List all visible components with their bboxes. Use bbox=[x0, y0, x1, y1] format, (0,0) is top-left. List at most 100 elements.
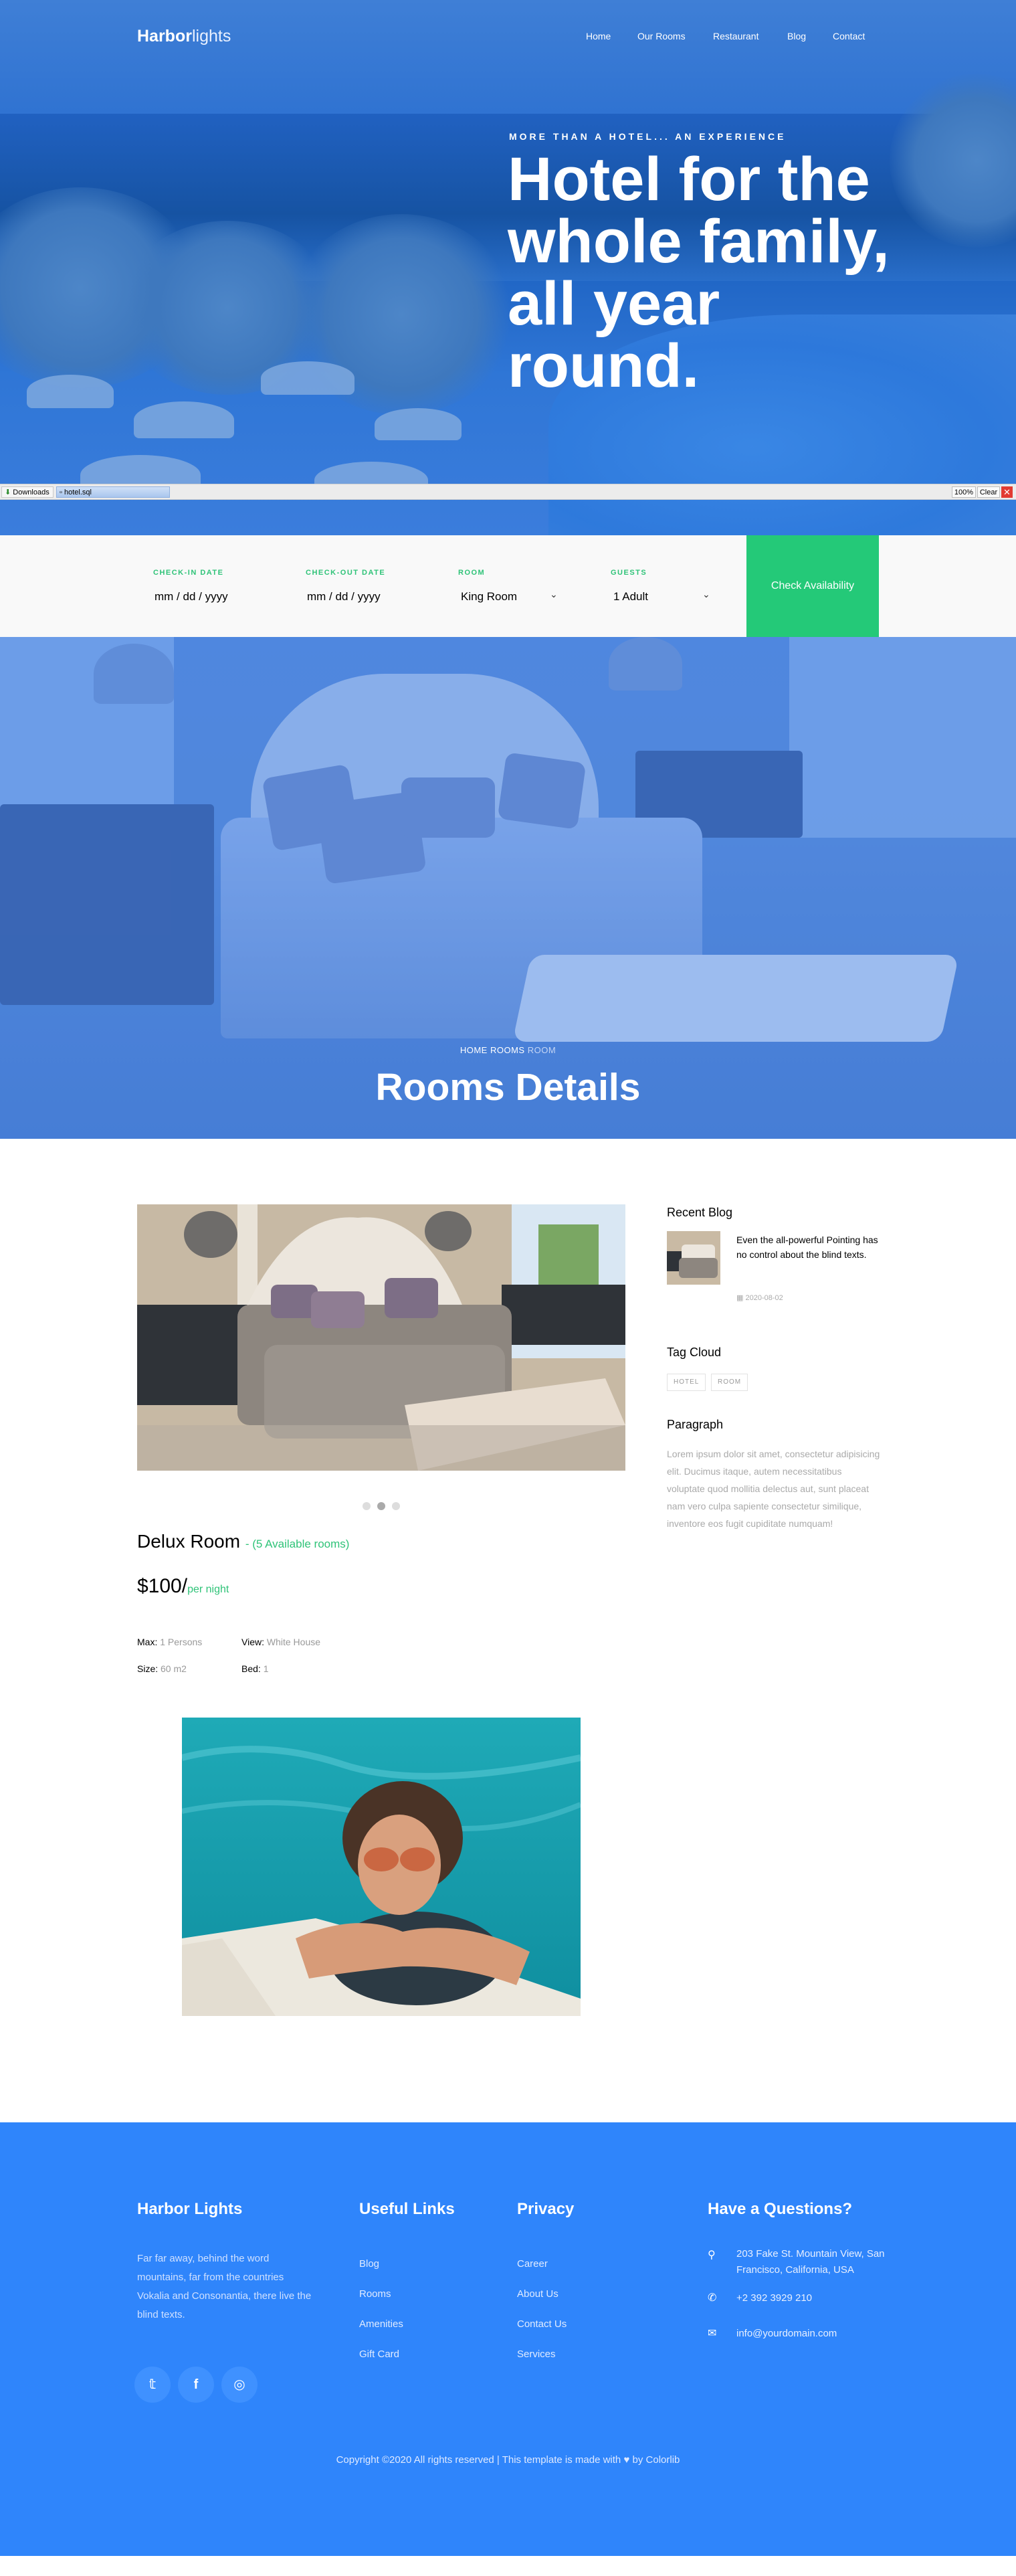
room-select[interactable]: King Room bbox=[461, 590, 517, 604]
nav-blog[interactable]: Blog bbox=[787, 31, 806, 41]
brand-name-light: lights bbox=[191, 27, 231, 45]
tag-hotel[interactable]: HOTEL bbox=[667, 1374, 706, 1391]
footer-link-career[interactable]: Career bbox=[517, 2258, 548, 2270]
download-item[interactable]: ▫ hotel.sql bbox=[56, 486, 170, 498]
copyright: Copyright ©2020 All rights reserved | Th… bbox=[0, 2454, 1016, 2466]
hero-title: Hotel for the whole family, all year rou… bbox=[508, 145, 890, 400]
spec-bed: Bed: 1 bbox=[241, 1663, 269, 1674]
map-pin-icon: ⚲ bbox=[708, 2249, 716, 2261]
chevron-down-icon[interactable]: ⌄ bbox=[550, 589, 558, 600]
footer-about-text: Far far away, behind the word mountains,… bbox=[137, 2253, 312, 2320]
breadcrumb-rooms[interactable]: ROOMS bbox=[490, 1045, 525, 1055]
spec-max-value: 1 Persons bbox=[160, 1637, 203, 1647]
brand-name-bold: Harbor bbox=[137, 27, 192, 45]
room-title: Delux Room bbox=[137, 1531, 241, 1552]
carousel-dot[interactable] bbox=[363, 1502, 371, 1510]
checkout-label: CHECK-OUT DATE bbox=[306, 569, 386, 577]
room-availability: - (5 Available rooms) bbox=[245, 1538, 350, 1550]
paragraph-heading: Paragraph bbox=[667, 1418, 724, 1431]
facebook-icon[interactable]: f bbox=[178, 2367, 214, 2403]
price-amount: $100/ bbox=[137, 1575, 188, 1597]
footer-brand-heading: Harbor Lights bbox=[137, 2200, 243, 2218]
close-download-bar-icon[interactable]: ✕ bbox=[1001, 486, 1013, 498]
footer-useful-links-heading: Useful Links bbox=[359, 2200, 455, 2218]
footer-link-about-us[interactable]: About Us bbox=[517, 2288, 558, 2300]
footer bbox=[0, 2122, 1016, 2556]
page-bottom bbox=[0, 2556, 1016, 2576]
footer-phone[interactable]: +2 392 3929 210 bbox=[736, 2290, 812, 2306]
footer-link-amenities[interactable]: Amenities bbox=[359, 2318, 403, 2330]
spec-size-label: Size: bbox=[137, 1663, 159, 1674]
downloads-button[interactable]: ⬇ Downloads bbox=[1, 486, 54, 498]
umbrella-image bbox=[375, 408, 462, 440]
room-photo-image bbox=[137, 1204, 625, 1471]
instagram-icon[interactable]: ◎ bbox=[221, 2367, 258, 2403]
umbrella-image bbox=[27, 375, 114, 408]
tag-room[interactable]: ROOM bbox=[711, 1374, 748, 1391]
hero-section: Harborlights Home Our Rooms Restaurant B… bbox=[0, 0, 1016, 535]
spec-max: Max: 1 Persons bbox=[137, 1637, 202, 1647]
download-file-name: hotel.sql bbox=[64, 488, 92, 496]
tag-cloud-heading: Tag Cloud bbox=[667, 1346, 722, 1359]
pool-photo bbox=[182, 1718, 581, 2016]
blog-thumbnail-image bbox=[667, 1231, 720, 1285]
room-name: Delux Room - (5 Available rooms) bbox=[137, 1531, 349, 1552]
hero-subtitle: MORE THAN A HOTEL... AN EXPERIENCE bbox=[509, 131, 787, 142]
envelope-icon: ✉ bbox=[708, 2328, 717, 2339]
heart-icon: ♥ bbox=[623, 2454, 630, 2466]
checkin-label: CHECK-IN DATE bbox=[153, 569, 224, 577]
blog-post-link[interactable]: Even the all-powerful Pointing has no co… bbox=[736, 1232, 880, 1262]
spec-bed-value: 1 bbox=[263, 1663, 269, 1674]
copyright-prefix: Copyright ©2020 All rights reserved | Th… bbox=[336, 2454, 621, 2466]
spec-view: View: White House bbox=[241, 1637, 320, 1647]
footer-link-services[interactable]: Services bbox=[517, 2349, 556, 2360]
breadcrumb-home[interactable]: HOME bbox=[460, 1045, 488, 1055]
room-label: ROOM bbox=[458, 569, 486, 577]
footer-privacy-heading: Privacy bbox=[517, 2200, 575, 2218]
checkin-date-input[interactable]: mm / dd / yyyy bbox=[155, 590, 228, 604]
download-icon: ⬇ bbox=[5, 488, 11, 496]
carousel-dot-active[interactable] bbox=[377, 1502, 385, 1510]
image-overlay bbox=[0, 637, 1016, 1139]
phone-icon: ✆ bbox=[708, 2292, 717, 2304]
footer-link-blog[interactable]: Blog bbox=[359, 2258, 379, 2270]
footer-address: 203 Fake St. Mountain View, San Francisc… bbox=[736, 2248, 885, 2276]
paragraph-text: Lorem ipsum dolor sit amet, consectetur … bbox=[667, 1449, 880, 1529]
recent-blog-heading: Recent Blog bbox=[667, 1206, 733, 1219]
breadcrumb-current: ROOM bbox=[527, 1045, 556, 1055]
checkout-date-input[interactable]: mm / dd / yyyy bbox=[307, 590, 381, 604]
umbrella-image bbox=[261, 361, 354, 395]
nav-contact[interactable]: Contact bbox=[833, 31, 865, 41]
footer-contact-heading: Have a Questions? bbox=[708, 2200, 853, 2218]
downloads-label: Downloads bbox=[13, 488, 49, 496]
nav-home[interactable]: Home bbox=[586, 31, 611, 41]
pool-woman-image bbox=[182, 1718, 581, 2016]
umbrella-image bbox=[134, 401, 234, 438]
browser-download-bar: ⬇ Downloads ▫ hotel.sql 100% Clear ✕ bbox=[0, 484, 1016, 500]
room-photo-slide[interactable] bbox=[137, 1204, 625, 1471]
breadcrumb: HOME ROOMS ROOM bbox=[0, 1045, 1016, 1055]
room-price: $100/per night bbox=[137, 1575, 229, 1598]
file-icon: ▫ bbox=[60, 488, 62, 496]
zoom-level[interactable]: 100% bbox=[952, 486, 976, 498]
footer-link-gift-card[interactable]: Gift Card bbox=[359, 2349, 399, 2360]
guests-select[interactable]: 1 Adult bbox=[613, 590, 648, 604]
spec-size: Size: 60 m2 bbox=[137, 1663, 187, 1674]
carousel-dot[interactable] bbox=[392, 1502, 400, 1510]
colorlib-link[interactable]: by Colorlib bbox=[633, 2454, 680, 2466]
footer-link-rooms[interactable]: Rooms bbox=[359, 2288, 391, 2300]
chevron-down-icon[interactable]: ⌄ bbox=[702, 589, 710, 600]
nav-our-rooms[interactable]: Our Rooms bbox=[637, 31, 686, 41]
spec-bed-label: Bed: bbox=[241, 1663, 261, 1674]
nav-restaurant[interactable]: Restaurant bbox=[713, 31, 758, 41]
clear-downloads-button[interactable]: Clear bbox=[977, 486, 1000, 498]
footer-link-contact-us[interactable]: Contact Us bbox=[517, 2318, 567, 2330]
calendar-icon: ▦ bbox=[736, 1294, 744, 1302]
footer-email[interactable]: info@yourdomain.com bbox=[736, 2326, 837, 2342]
blog-thumbnail[interactable] bbox=[667, 1231, 720, 1285]
brand-logo[interactable]: Harborlights bbox=[137, 27, 231, 46]
check-availability-button[interactable]: Check Availability bbox=[746, 535, 879, 637]
spec-size-value: 60 m2 bbox=[161, 1663, 187, 1674]
twitter-icon[interactable]: 𝕥 bbox=[134, 2367, 171, 2403]
blog-date-text: 2020-08-02 bbox=[745, 1294, 783, 1302]
